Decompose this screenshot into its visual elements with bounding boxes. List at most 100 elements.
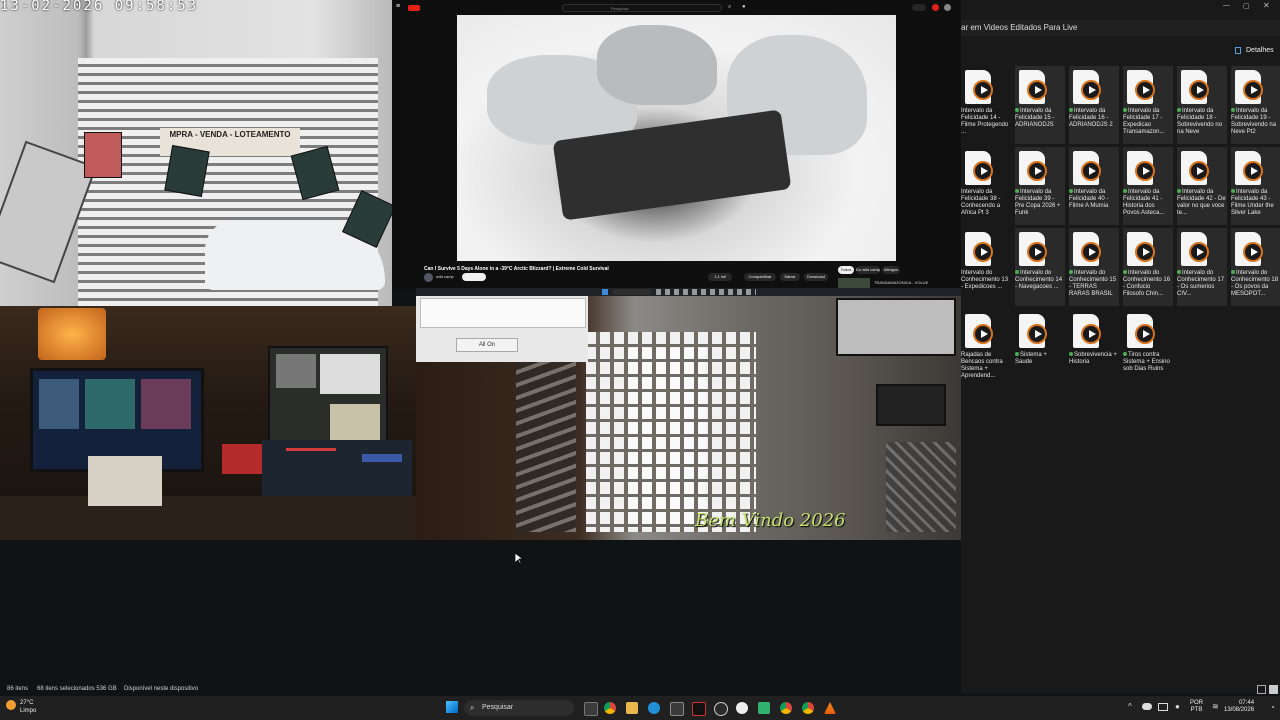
video-file-icon [965, 70, 993, 104]
all-on-button[interactable]: All On [456, 338, 518, 352]
play-icon [1135, 324, 1155, 344]
windows-taskbar [0, 696, 1280, 720]
chrome-icon-3[interactable] [802, 702, 814, 714]
file-item[interactable]: Intervalo da Felicidade 43 - Filme Under… [1231, 147, 1280, 225]
file-item[interactable]: Intervalo do Conhecimento 18 - Os povos … [1231, 228, 1280, 306]
file-name-text: Intervalo da Felicidade 42 - De valor no… [1177, 189, 1226, 216]
details-pane-icon[interactable] [1235, 47, 1241, 54]
file-item[interactable]: Intervalo da Felicidade 40 - Filme A Mum… [1069, 147, 1119, 225]
embedded-taskbar [416, 288, 961, 296]
details-view-icon[interactable] [1257, 685, 1266, 694]
minimize-icon[interactable]: — [1223, 2, 1230, 9]
upnext-title[interactable]: TRANSAMAZONICA - VOLUE [874, 280, 928, 285]
app-icon-2[interactable] [736, 702, 748, 714]
file-name: Intervalo da Felicidade 39 - Pre Copa 20… [1015, 189, 1065, 217]
file-item[interactable]: Intervalo do Conhecimento 13 - Expedicoe… [961, 228, 1011, 306]
file-name: Intervalo da Felicidade 18 - Sobrevivend… [1177, 108, 1227, 136]
large-icons-view-icon[interactable] [1269, 685, 1278, 694]
file-item[interactable]: Intervalo da Felicidade 18 - Sobrevivend… [1177, 66, 1227, 144]
file-item[interactable]: Intervalo da Felicidade 38 - Conhecendo … [961, 147, 1011, 225]
details-button[interactable]: Detalhes [1246, 47, 1274, 54]
file-item[interactable]: Intervalo do Conhecimento 16 - Confucio … [1123, 228, 1173, 306]
save-button[interactable]: Salvar [780, 273, 800, 281]
file-item[interactable]: Intervalo da Felicidade 19 - Sobrevivend… [1231, 66, 1280, 144]
file-name: Sobrevivencia + Historia [1069, 352, 1119, 366]
chip-channel[interactable]: Do wild camp [856, 266, 880, 274]
app-icon-3[interactable] [758, 702, 770, 714]
obs-icon[interactable] [714, 702, 728, 716]
play-icon [973, 242, 993, 262]
monitor-content [141, 379, 191, 429]
like-button[interactable]: 1,1 mil [708, 273, 732, 281]
download-button[interactable]: Download [804, 273, 828, 281]
mic-icon[interactable]: ● [742, 4, 746, 10]
youtube-search-input[interactable]: Pesquisar [562, 4, 722, 12]
mic-icon[interactable]: ● [1175, 702, 1180, 711]
file-item[interactable]: Intervalo da Felicidade 14 - Filme Prote… [961, 66, 1011, 144]
maximize-icon[interactable]: ▢ [1243, 2, 1250, 10]
channel-avatar[interactable] [424, 273, 433, 282]
clock[interactable]: 07:44 13/08/2026 [1224, 700, 1254, 714]
search-icon[interactable]: ⌕ [728, 4, 731, 11]
cloud-icon[interactable] [1142, 703, 1152, 710]
create-button[interactable] [912, 4, 926, 11]
graffiti [886, 442, 956, 532]
file-item[interactable]: Rajadas de Bencaos contra Sistema + Apre… [961, 310, 1011, 388]
file-name: Tiros contra Sistema + Ensino sob Dias R… [1123, 352, 1173, 373]
youtube-logo-icon[interactable] [408, 5, 420, 11]
store-icon[interactable] [670, 702, 684, 716]
explorer-status-bar: 86 itens 68 itens selecionados 536 GB Di… [0, 684, 1280, 696]
notifications-icon[interactable] [932, 4, 939, 11]
sync-status-icon [1177, 189, 1181, 193]
video-player[interactable] [457, 15, 896, 261]
file-name-text: Intervalo da Felicidade 39 - Pre Copa 20… [1015, 189, 1061, 216]
menu-icon[interactable]: ≡ [396, 3, 404, 11]
display-icon[interactable] [1158, 703, 1168, 711]
file-item[interactable]: Intervalo da Felicidade 39 - Pre Copa 20… [1015, 147, 1065, 225]
share-button[interactable]: Compartilhar [744, 273, 776, 281]
start-icon[interactable] [446, 701, 458, 713]
notification-bell-icon[interactable]: ◔ [1270, 703, 1275, 712]
file-item[interactable]: Intervalo da Felicidade 41 - Historia do… [1123, 147, 1173, 225]
close-icon[interactable]: ✕ [1263, 1, 1270, 10]
app-icon[interactable] [692, 702, 706, 716]
chrome-icon[interactable] [604, 702, 616, 714]
language-indicator[interactable]: POR PTB [1190, 700, 1203, 714]
address-bar[interactable]: ar em Videos Editados Para Live [961, 20, 1280, 36]
chrome-icon-2[interactable] [780, 702, 792, 714]
channel-name[interactable]: wild camp [436, 274, 454, 279]
file-item[interactable]: Intervalo da Felicidade 42 - De valor no… [1177, 147, 1227, 225]
file-item[interactable]: Intervalo da Felicidade 16 - ADRIANODJS … [1069, 66, 1119, 144]
play-icon [1243, 161, 1263, 181]
video-file-icon [1235, 232, 1263, 266]
sync-status-icon [1015, 189, 1019, 193]
file-item[interactable]: Sistema + Saude [1015, 310, 1065, 388]
wall-tv [836, 298, 956, 356]
chip-related[interactable]: Afinigos [882, 266, 900, 274]
file-item[interactable]: Intervalo do Conhecimento 15 - TERRAS RA… [1069, 228, 1119, 306]
avatar[interactable] [944, 4, 951, 11]
file-item[interactable]: Intervalo da Felicidade 17 - Expedicao T… [1123, 66, 1173, 144]
file-item[interactable]: Tiros contra Sistema + Ensino sob Dias R… [1123, 310, 1173, 388]
file-item[interactable]: Intervalo do Conhecimento 17 - Os sumeri… [1177, 228, 1227, 306]
console-led [362, 454, 402, 462]
wifi-icon[interactable]: ≋ [1212, 702, 1219, 711]
file-explorer-icon[interactable] [626, 702, 638, 714]
edge-icon[interactable] [648, 702, 660, 714]
subscribe-button[interactable] [462, 273, 486, 281]
play-icon [1135, 242, 1155, 262]
video-file-icon [1181, 70, 1209, 104]
file-item[interactable]: Intervalo do Conhecimento 14 - Navegacoe… [1015, 228, 1065, 306]
chip-all[interactable]: Todos [838, 266, 854, 274]
task-view-icon[interactable] [584, 702, 598, 716]
chevron-up-icon[interactable]: ^ [1128, 702, 1132, 711]
video-file-icon [965, 232, 993, 266]
board-decoration [84, 132, 122, 178]
play-icon [1027, 324, 1047, 344]
upnext-thumbnail[interactable] [838, 278, 870, 288]
file-name-text: Intervalo do Conhecimento 17 - Os sumeri… [1177, 270, 1225, 297]
taskbar-search[interactable]: ⌕ Pesquisar [464, 700, 574, 716]
file-item[interactable]: Intervalo da Felicidade 15 - ADRIANODJS [1015, 66, 1065, 144]
video-file-icon [1235, 151, 1263, 185]
file-item[interactable]: Sobrevivencia + Historia [1069, 310, 1119, 388]
